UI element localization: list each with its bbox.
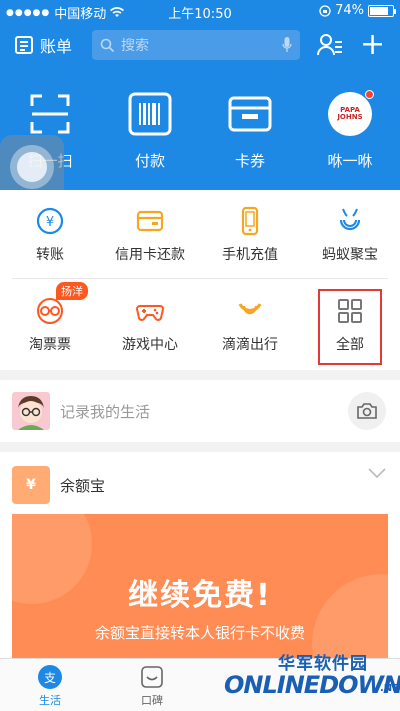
barcode-icon	[128, 92, 172, 136]
alipay-icon: 支	[38, 665, 62, 689]
highlight-box	[318, 289, 382, 365]
scan-icon	[30, 94, 70, 134]
divider	[12, 278, 388, 279]
gamepad-icon	[135, 305, 165, 321]
didi-label: 滴滴出行	[222, 337, 278, 353]
yuebao-card[interactable]: ¥ 余额宝 继续免费! 余额宝直接转本人银行卡不收费	[0, 452, 400, 664]
function-grid: ¥ 转账 信用卡还款 手机充值 蚂蚁聚宝 扬洋 淘票票 游戏中心 滴滴出行 全部	[0, 190, 400, 370]
search-placeholder: 搜索	[121, 38, 149, 54]
game-center-button[interactable]: 游戏中心	[100, 280, 200, 368]
xiuyixiu-label: 咻一咻	[327, 152, 373, 170]
search-input[interactable]: 搜索	[92, 30, 300, 60]
yuebao-icon: ¥	[12, 466, 50, 504]
avatar-illustration	[18, 396, 44, 430]
phone-icon	[241, 206, 259, 236]
cards-button[interactable]: 卡券	[200, 92, 300, 171]
transfer-button[interactable]: ¥ 转账	[0, 190, 100, 278]
bill-icon	[15, 36, 33, 54]
transfer-label: 转账	[36, 247, 64, 263]
promo-tag: 扬洋	[56, 282, 88, 300]
phone-recharge-label: 手机充值	[222, 247, 278, 263]
yuebao-title: 余额宝	[60, 477, 106, 495]
battery-icon	[368, 4, 396, 17]
ant-fortune-button[interactable]: 蚂蚁聚宝	[300, 190, 400, 278]
life-placeholder: 记录我的生活	[60, 403, 151, 421]
credit-card-icon	[136, 210, 164, 232]
pay-button[interactable]: 付款	[100, 92, 200, 171]
pay-label: 付款	[134, 152, 165, 170]
bill-label: 账单	[40, 37, 73, 56]
banner-title: 继续免费!	[128, 578, 272, 613]
tab-life-label: 生活	[39, 694, 61, 707]
search-icon	[100, 38, 115, 52]
xiuyixiu-button[interactable]: PAPA JOHNS 咻一咻	[300, 90, 400, 171]
game-center-label: 游戏中心	[122, 337, 178, 353]
battery-percent: 74%	[335, 3, 364, 18]
life-record-bar[interactable]: 记录我的生活	[0, 380, 400, 442]
watermark-suffix: .NET	[380, 683, 400, 694]
notification-dot	[365, 90, 374, 99]
contacts-icon[interactable]	[317, 33, 343, 57]
rotation-lock-icon	[319, 4, 331, 17]
phone-recharge-button[interactable]: 手机充值	[200, 190, 300, 278]
papa-johns-logo: PAPA JOHNS	[328, 90, 374, 136]
tab-life[interactable]: 支 生活	[10, 665, 90, 708]
microphone-icon[interactable]	[282, 37, 292, 53]
didi-button[interactable]: 滴滴出行	[200, 280, 300, 368]
ant-icon	[339, 208, 361, 231]
taopiaopiao-label: 淘票票	[29, 337, 71, 353]
transfer-icon: ¥	[36, 207, 64, 235]
credit-card-button[interactable]: 信用卡还款	[100, 190, 200, 278]
watermark-en: ONLINEDOWN	[224, 671, 400, 699]
avatar[interactable]	[12, 392, 50, 430]
glasses-icon	[37, 298, 63, 324]
camera-button[interactable]	[348, 392, 386, 430]
logo-text: PAPA JOHNS	[337, 106, 363, 121]
tab-koubei-label: 口碑	[141, 694, 163, 707]
taopiaopiao-button[interactable]: 扬洋 淘票票	[0, 280, 100, 368]
koubei-icon	[141, 666, 163, 688]
top-bar: 账单 搜索 +	[0, 22, 400, 68]
status-bar: ●●●●● 中国移动 上午10:50 74%	[0, 0, 400, 22]
bill-button[interactable]: 账单	[14, 33, 72, 57]
didi-icon	[238, 303, 262, 315]
camera-icon	[357, 403, 377, 419]
credit-card-label: 信用卡还款	[115, 247, 185, 263]
ant-fortune-label: 蚂蚁聚宝	[322, 247, 378, 263]
promo-banner[interactable]: 继续免费! 余额宝直接转本人银行卡不收费	[12, 514, 388, 664]
grid-row: ¥ 转账 信用卡还款 手机充值 蚂蚁聚宝	[0, 190, 400, 278]
wallet-icon	[228, 96, 272, 132]
tab-koubei[interactable]: 口碑	[112, 665, 192, 708]
cards-label: 卡券	[234, 152, 265, 170]
watermark: 华军软件园 ONLINEDOWN .NET	[222, 645, 400, 711]
banner-subtitle: 余额宝直接转本人银行卡不收费	[94, 624, 305, 642]
svg-text:¥: ¥	[46, 215, 54, 230]
chevron-down-icon[interactable]	[368, 468, 386, 478]
add-icon[interactable]: +	[360, 30, 385, 60]
